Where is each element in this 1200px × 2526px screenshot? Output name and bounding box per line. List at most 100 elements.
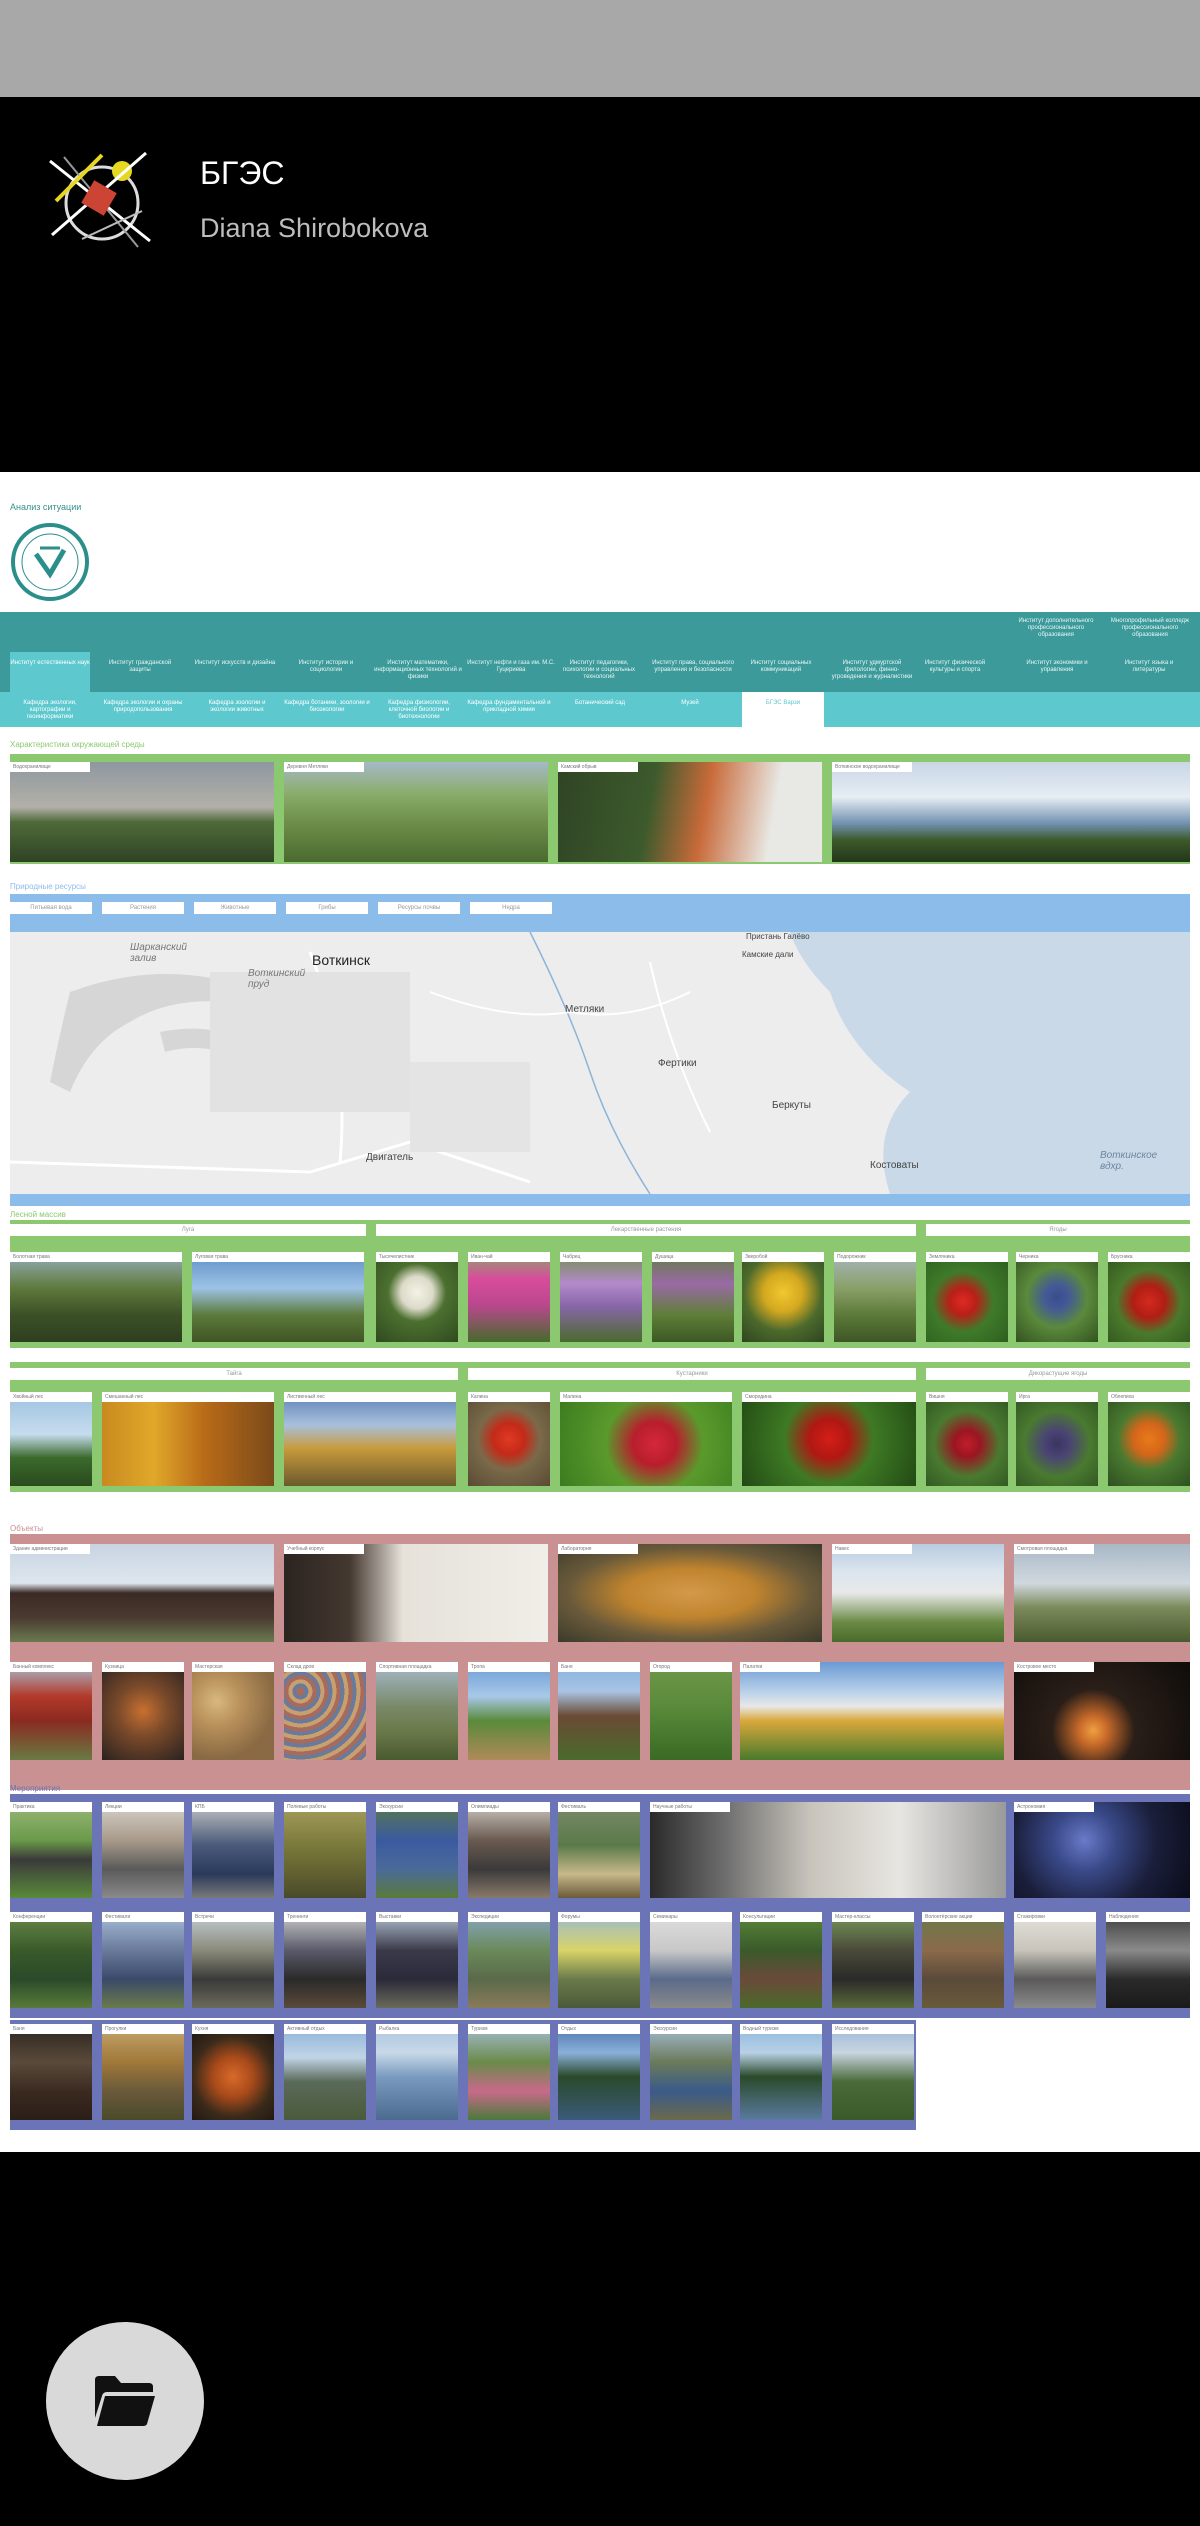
event-photo[interactable]: Конференции <box>10 1912 92 2008</box>
event-photo[interactable]: Научные работы <box>650 1802 1006 1898</box>
object-photo[interactable]: Кузница <box>102 1662 184 1760</box>
event-photo[interactable]: Полевые работы <box>284 1802 366 1898</box>
object-photo[interactable]: Костровое место <box>1014 1662 1190 1760</box>
flora-photo[interactable]: Болотная трава <box>10 1252 182 1342</box>
event-photo[interactable]: Выставки <box>376 1912 458 2008</box>
event-photo[interactable]: Встречи <box>192 1912 274 2008</box>
event-photo[interactable]: Астрономия <box>1014 1802 1190 1898</box>
flora-photo[interactable]: Подорожник <box>834 1252 916 1342</box>
event-photo[interactable]: Туризм <box>468 2024 550 2120</box>
subnav-item-5[interactable]: Кафедра фундаментальной и прикладной хим… <box>466 700 552 714</box>
nav-item-0[interactable]: Институт естественных наук <box>10 652 90 692</box>
event-photo[interactable]: Волонтёрские акции <box>922 1912 1004 2008</box>
object-photo[interactable]: Спортивная площадка <box>376 1662 458 1760</box>
event-photo[interactable]: Наблюдения <box>1106 1912 1190 2008</box>
object-photo[interactable]: Смотровая площадка <box>1014 1544 1190 1642</box>
forest-photo[interactable]: Вишня <box>926 1392 1008 1486</box>
forest-photo[interactable]: Ирга <box>1016 1392 1098 1486</box>
board-logo-icon[interactable] <box>42 141 158 257</box>
event-photo[interactable]: Мастер-классы <box>832 1912 914 2008</box>
event-photo[interactable]: Фестивали <box>102 1912 184 2008</box>
resources-map[interactable]: Воткинск Шарканский залив Воткинский пру… <box>10 932 1190 1194</box>
object-photo[interactable]: Тропа <box>468 1662 550 1760</box>
landscape-photo[interactable]: Камский обрыв <box>558 762 822 862</box>
nav-item-9[interactable]: Институт удмуртской филологии, финно-угр… <box>830 660 914 681</box>
subnav-item-6[interactable]: Ботанический сад <box>560 700 640 707</box>
flora-photo[interactable]: Черника <box>1016 1252 1098 1342</box>
object-photo[interactable]: Банный комплекс <box>10 1662 92 1760</box>
nav-item-11[interactable]: Институт экономики и управления <box>1010 660 1104 674</box>
object-photo[interactable]: Здание администрации <box>10 1544 274 1642</box>
resource-tab[interactable]: Грибы <box>286 902 368 914</box>
object-photo[interactable]: Склад дров <box>284 1662 366 1760</box>
nav-top-item-dpo[interactable]: Институт дополнительного профессионально… <box>1016 618 1096 639</box>
event-photo[interactable]: Олимпиады <box>468 1802 550 1898</box>
object-photo[interactable]: Навес <box>832 1544 1004 1642</box>
event-photo[interactable]: Отдых <box>558 2024 640 2120</box>
subnav-item-7[interactable]: Музей <box>650 700 730 707</box>
event-photo[interactable]: Консультации <box>740 1912 822 2008</box>
event-photo[interactable]: Практика <box>10 1802 92 1898</box>
object-photo[interactable]: Огород <box>650 1662 732 1760</box>
resource-tab[interactable]: Питьевая вода <box>10 902 92 914</box>
forest-photo[interactable]: Смородина <box>742 1392 916 1486</box>
object-photo[interactable]: Палатки <box>740 1662 1004 1760</box>
flora-photo[interactable]: Тысячелистник <box>376 1252 458 1342</box>
event-photo[interactable]: КПБ <box>192 1802 274 1898</box>
subnav-item-active[interactable]: БГЭС Варзи <box>742 692 824 730</box>
resource-tab[interactable]: Ресурсы почвы <box>378 902 460 914</box>
board-canvas[interactable]: Анализ ситуации Институт дополнительного… <box>0 472 1200 2152</box>
resource-tab[interactable]: Животные <box>194 902 276 914</box>
resource-tab[interactable]: Недра <box>470 902 552 914</box>
subnav-item-2[interactable]: Кафедра зоологии и экологии животных <box>196 700 278 714</box>
object-photo[interactable]: Лаборатория <box>558 1544 822 1642</box>
object-photo[interactable]: Учебный корпус <box>284 1544 548 1642</box>
flora-photo[interactable]: Земляника <box>926 1252 1008 1342</box>
forest-photo[interactable]: Облепиха <box>1108 1392 1190 1486</box>
event-photo[interactable]: Активный отдых <box>284 2024 366 2120</box>
event-photo[interactable]: Стажировки <box>1014 1912 1096 2008</box>
event-photo[interactable]: Семинары <box>650 1912 732 2008</box>
landscape-photo[interactable]: Деревня Метляки <box>284 762 548 862</box>
forest-photo[interactable]: Хвойный лес <box>10 1392 92 1486</box>
flora-photo[interactable]: Брусника <box>1108 1252 1190 1342</box>
forest-photo[interactable]: Малина <box>560 1392 732 1486</box>
event-photo[interactable]: Экскурсии <box>376 1802 458 1898</box>
event-photo[interactable]: Экскурсии <box>650 2024 732 2120</box>
nav-item-10[interactable]: Институт физической культуры и спорта <box>920 660 990 674</box>
forest-photo[interactable]: Смешанный лес <box>102 1392 274 1486</box>
nav-item-5[interactable]: Институт нефти и газа им. М.С. Гуцериева <box>466 660 556 674</box>
open-folder-button[interactable] <box>46 2322 204 2480</box>
nav-item-7[interactable]: Институт права, социального управления и… <box>652 660 734 674</box>
event-photo[interactable]: Тренинги <box>284 1912 366 2008</box>
nav-item-6[interactable]: Институт педагогики, психологии и социал… <box>560 660 638 681</box>
forest-photo[interactable]: Калина <box>468 1392 550 1486</box>
object-photo[interactable]: Баня <box>558 1662 640 1760</box>
event-photo[interactable]: Лекции <box>102 1802 184 1898</box>
forest-photo[interactable]: Лиственный лес <box>284 1392 456 1486</box>
event-photo[interactable]: Кухня <box>192 2024 274 2120</box>
event-photo[interactable]: Баня <box>10 2024 92 2120</box>
nav-item-12[interactable]: Институт языка и литературы <box>1110 660 1188 674</box>
subnav-item-0[interactable]: Кафедра экологии, картографии и геоинфор… <box>10 700 90 721</box>
event-photo[interactable]: Прогулки <box>102 2024 184 2120</box>
nav-item-3[interactable]: Институт истории и социологии <box>284 660 368 674</box>
event-photo[interactable]: Водный туризм <box>740 2024 822 2120</box>
nav-item-1[interactable]: Институт гражданской защиты <box>100 660 180 674</box>
resource-tab[interactable]: Растения <box>102 902 184 914</box>
nav-item-2[interactable]: Институт искусств и дизайна <box>192 660 278 667</box>
nav-item-4[interactable]: Институт математики, информационных техн… <box>372 660 464 681</box>
flora-photo[interactable]: Душица <box>652 1252 734 1342</box>
event-photo[interactable]: Фестиваль <box>558 1802 640 1898</box>
flora-photo[interactable]: Иван-чай <box>468 1252 550 1342</box>
event-photo[interactable]: Форумы <box>558 1912 640 2008</box>
nav-item-8[interactable]: Институт социальных коммуникаций <box>740 660 822 674</box>
event-photo[interactable]: Исследования <box>832 2024 914 2120</box>
landscape-photo[interactable]: Водохранилище <box>10 762 274 862</box>
subnav-item-4[interactable]: Кафедра физиологии, клеточной биологии и… <box>376 700 462 721</box>
flora-photo[interactable]: Чабрец <box>560 1252 642 1342</box>
event-photo[interactable]: Экспедиции <box>468 1912 550 2008</box>
object-photo[interactable]: Мастерская <box>192 1662 274 1760</box>
subnav-item-1[interactable]: Кафедра экологии и охраны природопользов… <box>100 700 186 714</box>
nav-top-item-college[interactable]: Многопрофильный колледж профессиональног… <box>1106 618 1194 639</box>
